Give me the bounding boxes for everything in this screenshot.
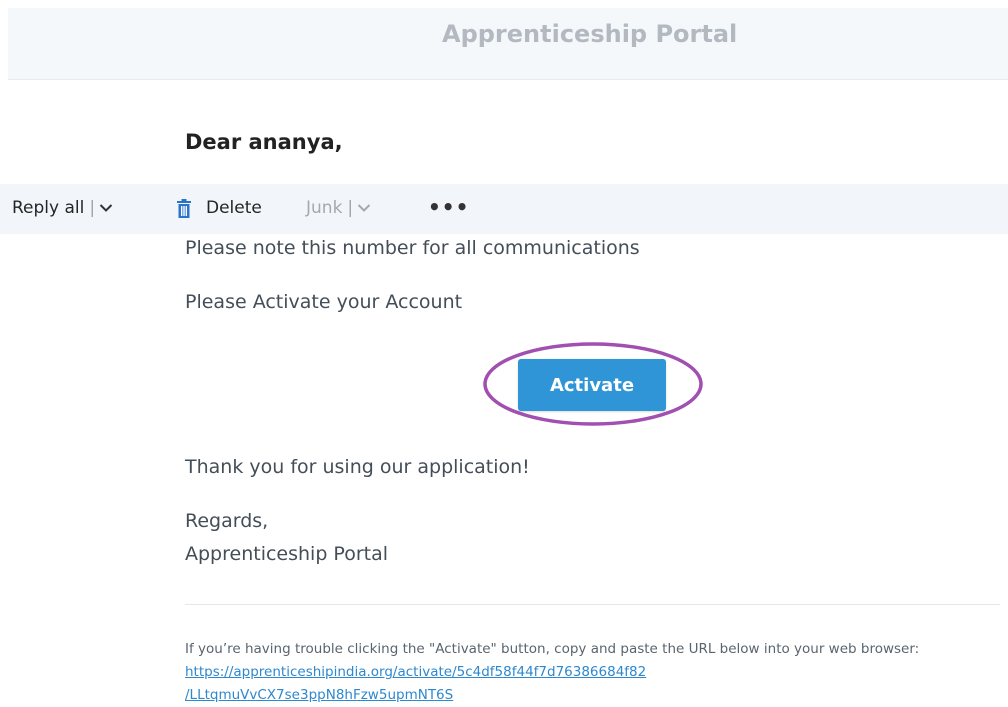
chevron-down-icon[interactable] [99, 203, 113, 213]
activation-link[interactable]: https://apprenticeshipindia.org/activate… [185, 664, 646, 680]
message-toolbar: Reply all | Delete Junk | ••• [0, 184, 1008, 234]
activate-prompt-text: Please Activate your Account [185, 291, 463, 313]
toolbar-separator: | [347, 198, 354, 218]
header-title: Apprenticeship Portal [442, 20, 738, 48]
more-icon[interactable]: ••• [428, 195, 469, 219]
junk-label: Junk [306, 198, 343, 218]
regards-text: Regards, [185, 510, 269, 532]
trouble-paragraph: If you’re having trouble clicking the "A… [185, 638, 985, 707]
toolbar-separator: | [89, 198, 96, 218]
chevron-down-icon[interactable] [357, 203, 371, 213]
trash-icon [176, 198, 192, 218]
email-header-band: Apprenticeship Portal [8, 8, 1008, 80]
reply-all-label: Reply all [12, 198, 85, 218]
activation-link-continued[interactable]: /LLtqmuVvCX7se3ppN8hFzw5upmNT6S [185, 687, 453, 703]
thanks-text: Thank you for using our application! [185, 456, 530, 478]
divider [185, 604, 1000, 605]
junk-button[interactable]: Junk | [306, 198, 371, 218]
activate-button[interactable]: Activate [518, 359, 666, 411]
number-note-text: Please note this number for all communic… [185, 237, 640, 259]
delete-label: Delete [206, 198, 262, 218]
reply-all-button[interactable]: Reply all | [12, 198, 113, 218]
greeting: Dear ananya, [185, 130, 343, 154]
trouble-text: If you’re having trouble clicking the "A… [185, 641, 920, 657]
delete-button[interactable]: Delete [176, 198, 262, 218]
signature-text: Apprenticeship Portal [185, 543, 389, 565]
